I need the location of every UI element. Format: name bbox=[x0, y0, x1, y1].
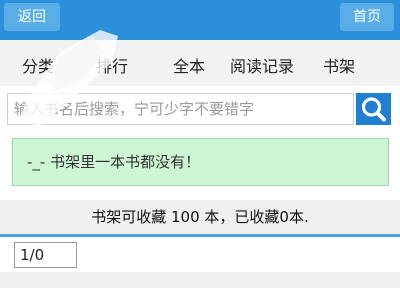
nav-item-bookshelf[interactable]: 书架 bbox=[323, 53, 355, 77]
nav-bar: 分类 排行 全本 阅读记录 书架 bbox=[0, 40, 400, 86]
empty-bookshelf-notice: -_- 书架里一本书都没有！ bbox=[12, 138, 389, 186]
nav-item-reading-history[interactable]: 阅读记录 bbox=[230, 53, 294, 77]
search-icon bbox=[361, 97, 386, 122]
top-header: 返回 首页 bbox=[0, 0, 400, 40]
search-button[interactable] bbox=[356, 93, 391, 125]
divider bbox=[0, 234, 400, 237]
back-button[interactable]: 返回 bbox=[4, 3, 60, 31]
home-button[interactable]: 首页 bbox=[340, 3, 394, 31]
bookshelf-capacity-text: 书架可收藏 100 本，已收藏0本. bbox=[0, 200, 400, 234]
nav-item-complete[interactable]: 全本 bbox=[173, 53, 205, 77]
page-number-input[interactable]: 1/0 bbox=[14, 242, 77, 268]
search-input[interactable] bbox=[8, 94, 353, 124]
search-box bbox=[7, 93, 354, 125]
footer-bar bbox=[0, 272, 400, 288]
nav-item-ranking[interactable]: 排行 bbox=[96, 53, 128, 77]
nav-item-category[interactable]: 分类 bbox=[22, 53, 54, 77]
